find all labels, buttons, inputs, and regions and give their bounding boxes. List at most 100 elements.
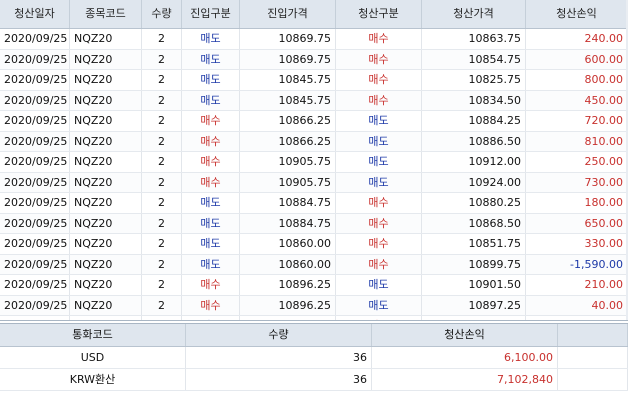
trade-qty-cell: 2 — [142, 295, 182, 315]
trade-qty-cell: 2 — [142, 111, 182, 131]
trade-row[interactable]: 2020/09/25 NQZ20 2 매수 10905.75 매도 10924.00 730.… — [0, 172, 628, 193]
col-header-pnl[interactable]: 청산손익 — [526, 0, 628, 28]
trade-entry-price-cell: 10866.25 — [240, 111, 336, 131]
trade-symbol-cell: NQZ20 — [70, 111, 142, 131]
trade-entry-side-cell: 매도 — [182, 70, 240, 90]
trade-symbol-cell: NQZ20 — [70, 295, 142, 315]
trade-close-date-cell: 2020/09/25 — [0, 70, 70, 90]
col-header-summary-pnl[interactable]: 청산손익 — [372, 324, 558, 346]
trade-exit-side-cell: 매수 — [336, 29, 422, 49]
trade-symbol-cell: NQZ20 — [70, 213, 142, 233]
col-header-exit-side[interactable]: 청산구분 — [336, 0, 422, 28]
trade-entry-price-cell: 10884.75 — [240, 193, 336, 213]
trade-row[interactable]: 2020/09/25 NQZ20 2 매수 10866.25 매도 10886.50 810.… — [0, 131, 628, 152]
trade-pnl-cell: 250.00 — [526, 152, 628, 172]
trade-entry-side-cell: 매도 — [182, 90, 240, 110]
trade-symbol-cell: NQZ20 — [70, 131, 142, 151]
trade-exit-price-cell: 10901.50 — [422, 275, 526, 295]
trade-qty-cell: 2 — [142, 152, 182, 172]
trade-pnl-cell: 800.00 — [526, 70, 628, 90]
trade-exit-price-cell: 10884.25 — [422, 111, 526, 131]
trade-symbol-cell: NQZ20 — [70, 234, 142, 254]
summary-row-krw[interactable]: KRW환산 36 7,102,840 — [0, 369, 628, 391]
summary-table: 통화코드 수량 청산손익 USD 36 6,100.00 KRW환산 36 7,… — [0, 323, 628, 404]
trade-exit-side-cell: 매수 — [336, 254, 422, 274]
trade-close-date-cell: 2020/09/25 — [0, 29, 70, 49]
trade-exit-price-cell: 10851.75 — [422, 234, 526, 254]
trade-entry-side-cell: 매수 — [182, 111, 240, 131]
trade-pnl-cell: 360.00 — [526, 316, 628, 320]
trade-row[interactable]: 2020/09/25 NQZ20 2 매수 10866.25 매도 10884.25 720.… — [0, 111, 628, 132]
summary-empty-cell — [558, 347, 628, 368]
trade-row[interactable]: 2020/09/25 NQZ20 2 매수 10896.25 매도 10897.25 40.0… — [0, 295, 628, 316]
summary-pnl: 7,102,840 — [372, 369, 558, 390]
trade-close-date-cell: 2020/09/25 — [0, 131, 70, 151]
trade-close-date-cell: 2020/09/25 — [0, 172, 70, 192]
trade-exit-side-cell: 매도 — [336, 295, 422, 315]
trade-qty-cell: 2 — [142, 29, 182, 49]
trade-qty-cell: 2 — [142, 234, 182, 254]
trade-exit-price-cell: 10912.00 — [422, 152, 526, 172]
trade-exit-side-cell: 매수 — [336, 193, 422, 213]
col-header-close-date[interactable]: 청산일자 — [0, 0, 70, 28]
trade-entry-price-cell: 10869.75 — [240, 29, 336, 49]
trade-entry-side-cell: 매도 — [182, 316, 240, 320]
summary-currency: KRW환산 — [0, 369, 186, 390]
trade-exit-side-cell: 매도 — [336, 172, 422, 192]
trades-table-body: 2020/09/25 NQZ20 2 매도 10869.75 매수 10863.75 240.… — [0, 29, 628, 320]
col-header-entry-price[interactable]: 진입가격 — [240, 0, 336, 28]
trade-row[interactable]: 2020/09/25 NQZ20 2 매도 10884.75 매수 10868.50 650.… — [0, 213, 628, 234]
trade-entry-side-cell: 매수 — [182, 131, 240, 151]
trade-exit-price-cell: 10880.25 — [422, 193, 526, 213]
trade-exit-side-cell: 매도 — [336, 275, 422, 295]
col-header-entry-side[interactable]: 진입구분 — [182, 0, 240, 28]
trade-entry-side-cell: 매도 — [182, 213, 240, 233]
col-header-summary-qty[interactable]: 수량 — [186, 324, 372, 346]
trade-exit-price-cell: 10899.75 — [422, 254, 526, 274]
trade-entry-side-cell: 매수 — [182, 152, 240, 172]
col-header-symbol[interactable]: 종목코드 — [70, 0, 142, 28]
trade-exit-side-cell: 매수 — [336, 234, 422, 254]
summary-currency: USD — [0, 347, 186, 368]
trade-row[interactable]: 2020/09/25 NQZ20 2 매도 10869.75 매수 10854.75 600.… — [0, 49, 628, 70]
trade-close-date-cell: 2020/09/25 — [0, 275, 70, 295]
trade-pnl-cell: 180.00 — [526, 193, 628, 213]
summary-table-header: 통화코드 수량 청산손익 — [0, 323, 628, 347]
col-header-currency[interactable]: 통화코드 — [0, 324, 186, 346]
trade-row[interactable]: 2020/09/25NQZ204매도10843.00매수10838.50360.… — [0, 316, 628, 320]
summary-empty-cell — [558, 369, 628, 390]
trade-entry-price-cell: 10905.75 — [240, 152, 336, 172]
trade-qty-cell: 2 — [142, 70, 182, 90]
trade-qty-cell: 2 — [142, 49, 182, 69]
trade-symbol-cell: NQZ20 — [70, 172, 142, 192]
trade-entry-side-cell: 매도 — [182, 49, 240, 69]
col-header-exit-price[interactable]: 청산가격 — [422, 0, 526, 28]
trade-exit-side-cell: 매수 — [336, 90, 422, 110]
trade-symbol-cell: NQZ20 — [70, 193, 142, 213]
trade-row[interactable]: 2020/09/25 NQZ20 2 매도 10884.75 매수 10880.25 180.… — [0, 193, 628, 214]
trade-exit-price-cell: 10863.75 — [422, 29, 526, 49]
trade-row[interactable]: 2020/09/25 NQZ20 2 매도 10860.00 매수 10851.75 330.… — [0, 234, 628, 255]
trade-row[interactable]: 2020/09/25 NQZ20 2 매도 10845.75 매수 10825.75 800.… — [0, 70, 628, 91]
trade-exit-price-cell: 10834.50 — [422, 90, 526, 110]
trade-row[interactable]: 2020/09/25 NQZ20 2 매도 10860.00 매수 10899.75 -1,5… — [0, 254, 628, 275]
trade-symbol-cell: NQZ20 — [70, 90, 142, 110]
trade-row[interactable]: 2020/09/25 NQZ20 2 매수 10905.75 매도 10912.00 250.… — [0, 152, 628, 173]
trade-pnl-cell: 720.00 — [526, 111, 628, 131]
trade-row[interactable]: 2020/09/25 NQZ20 2 매도 10869.75 매수 10863.75 240.… — [0, 29, 628, 50]
trade-row[interactable]: 2020/09/25 NQZ20 2 매수 10896.25 매도 10901.50 210.… — [0, 275, 628, 296]
trade-exit-side-cell: 매도 — [336, 131, 422, 151]
trade-qty-cell: 2 — [142, 254, 182, 274]
trades-table-header: 청산일자 종목코드 수량 진입구분 진입가격 청산구분 청산가격 청산손익 — [0, 0, 628, 29]
trade-entry-price-cell: 10896.25 — [240, 295, 336, 315]
trade-entry-price-cell: 10884.75 — [240, 213, 336, 233]
summary-row-usd[interactable]: USD 36 6,100.00 — [0, 347, 628, 369]
trade-row[interactable]: 2020/09/25 NQZ20 2 매도 10845.75 매수 10834.50 450.… — [0, 90, 628, 111]
trade-exit-price-cell: 10868.50 — [422, 213, 526, 233]
trade-exit-price-cell: 10854.75 — [422, 49, 526, 69]
trade-exit-side-cell: 매수 — [336, 213, 422, 233]
col-header-qty[interactable]: 수량 — [142, 0, 182, 28]
trade-entry-price-cell: 10843.00 — [240, 316, 336, 320]
trade-pnl-cell: 330.00 — [526, 234, 628, 254]
trades-table: 청산일자 종목코드 수량 진입구분 진입가격 청산구분 청산가격 청산손익 20… — [0, 0, 628, 321]
